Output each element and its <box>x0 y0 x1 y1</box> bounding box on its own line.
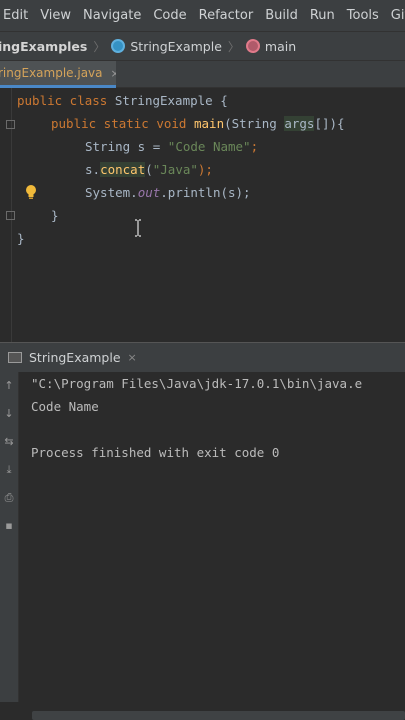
menu-bar: Edit View Navigate Code Refactor Build R… <box>0 0 405 31</box>
run-tab-label[interactable]: StringExample <box>29 350 121 365</box>
arrow-down-icon[interactable]: ↓ <box>3 408 15 420</box>
print-icon[interactable]: ⎙ <box>3 492 15 504</box>
menu-code[interactable]: Code <box>147 8 192 23</box>
breadcrumb: ingExamples 〉 StringExample 〉 main <box>0 31 405 60</box>
code-line-2: public static void main(String args[]){ <box>51 116 345 131</box>
breadcrumb-class[interactable]: StringExample <box>111 39 222 54</box>
breadcrumb-method-label: main <box>264 38 297 54</box>
text-cursor-icon <box>135 219 141 237</box>
close-icon[interactable]: × <box>111 67 116 80</box>
horizontal-scrollbar[interactable] <box>32 711 405 720</box>
trash-icon[interactable]: ▪ <box>3 520 15 532</box>
menu-run[interactable]: Run <box>304 8 341 23</box>
scroll-to-end-icon[interactable]: ⤓ <box>3 464 15 476</box>
console-line: Code Name <box>31 399 99 414</box>
lightbulb-icon[interactable] <box>25 184 37 200</box>
chevron-right-icon: 〉 <box>93 39 106 54</box>
breadcrumb-project[interactable]: ingExamples <box>0 39 87 54</box>
menu-refactor[interactable]: Refactor <box>193 8 260 23</box>
console-line: "C:\Program Files\Java\jdk-17.0.1\bin\ja… <box>31 376 363 391</box>
code-editor[interactable]: public class StringExample { public stat… <box>0 88 405 342</box>
menu-build[interactable]: Build <box>259 8 304 23</box>
menu-view[interactable]: View <box>34 8 77 23</box>
console-output[interactable]: "C:\Program Files\Java\jdk-17.0.1\bin\ja… <box>19 372 405 702</box>
menu-git[interactable]: Git <box>385 8 405 23</box>
soft-wrap-icon[interactable]: ⇆ <box>3 436 15 448</box>
fold-icon[interactable] <box>6 120 15 129</box>
run-config-icon <box>8 352 22 363</box>
code-line-3: String s = "Code Name"; <box>85 139 259 154</box>
run-tool-window-header: StringExample × <box>0 342 405 372</box>
run-toolbar: ↑ ↓ ⇆ ⤓ ⎙ ▪ <box>0 372 19 702</box>
menu-tools[interactable]: Tools <box>341 8 385 23</box>
close-icon[interactable]: × <box>128 351 137 364</box>
class-icon <box>111 39 126 53</box>
breadcrumb-class-label: StringExample <box>130 38 222 54</box>
menu-edit[interactable]: Edit <box>0 8 34 23</box>
code-line-6: } <box>51 208 59 223</box>
breadcrumb-method[interactable]: main <box>245 38 297 54</box>
editor-tab-bar: ringExample.java × <box>0 60 405 88</box>
code-line-5: System.out.println(s); <box>85 185 251 200</box>
editor-tab-label: ringExample.java <box>0 66 103 80</box>
code-line-4: s.concat("Java"); <box>85 162 213 177</box>
fold-icon[interactable] <box>6 211 15 220</box>
menu-navigate[interactable]: Navigate <box>77 8 147 23</box>
console-line: Process finished with exit code 0 <box>31 445 280 460</box>
editor-tab-stringexample[interactable]: ringExample.java × <box>0 61 116 88</box>
arrow-up-icon[interactable]: ↑ <box>3 380 15 392</box>
code-line-1: public class StringExample { <box>17 93 228 108</box>
method-icon <box>245 39 260 53</box>
chevron-right-icon: 〉 <box>227 39 240 54</box>
code-line-7: } <box>17 231 25 246</box>
